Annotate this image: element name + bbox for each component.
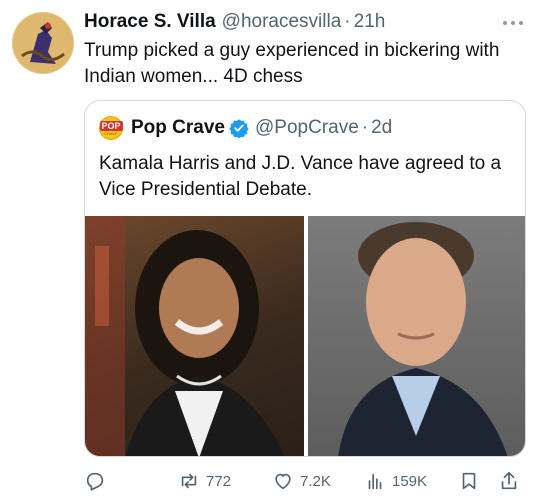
tweet-text: Trump picked a guy experienced in bicker… — [84, 40, 500, 87]
separator-dot: · — [361, 117, 369, 138]
person-photo-left — [85, 216, 285, 456]
views-button[interactable]: 159K — [364, 466, 427, 496]
share-button[interactable] — [498, 466, 520, 496]
tweet-time[interactable]: 21h — [354, 11, 386, 33]
retweet-button[interactable]: 772 — [178, 466, 231, 496]
avatar-image — [12, 12, 74, 74]
share-icon — [501, 471, 517, 490]
person-photo-right — [338, 222, 508, 456]
quoted-tweet-text: Kamala Harris and J.D. Vance have agreed… — [99, 153, 502, 200]
avatar[interactable] — [12, 12, 74, 74]
views-icon — [368, 473, 382, 490]
quoted-tweet-time[interactable]: 2d — [371, 117, 392, 139]
views-count: 159K — [392, 472, 428, 490]
bookmark-icon — [462, 472, 476, 490]
photo-right[interactable] — [308, 216, 525, 456]
action-bar: 772 7.2K 159K — [84, 466, 524, 496]
author-name[interactable]: Horace S. Villa — [84, 11, 216, 33]
tweet-header: Horace S. Villa @horacesvilla · 21h — [84, 8, 524, 36]
photo-left[interactable] — [85, 216, 304, 456]
reply-button[interactable] — [84, 466, 106, 496]
pop-crave-logo[interactable]: POP CRAVE — [99, 116, 123, 140]
bookmark-button[interactable] — [458, 466, 480, 496]
retweet-count: 772 — [206, 472, 232, 490]
quoted-author-handle[interactable]: @PopCrave — [255, 117, 359, 139]
like-button[interactable]: 7.2K — [272, 466, 331, 496]
verified-badge-icon — [229, 119, 249, 138]
author-handle[interactable]: @horacesvilla — [222, 11, 342, 33]
like-count: 7.2K — [300, 472, 331, 490]
quoted-tweet-header: POP CRAVE Pop Crave @PopCrave · 2d — [99, 115, 392, 141]
heart-icon — [275, 473, 291, 490]
quoted-tweet[interactable]: POP CRAVE Pop Crave @PopCrave · 2d Kamal… — [84, 100, 526, 457]
more-options-icon[interactable] — [502, 10, 524, 31]
separator-dot: · — [344, 11, 351, 32]
reply-icon — [86, 472, 104, 491]
quoted-author-name[interactable]: Pop Crave — [131, 117, 225, 139]
retweet-icon — [181, 473, 197, 489]
